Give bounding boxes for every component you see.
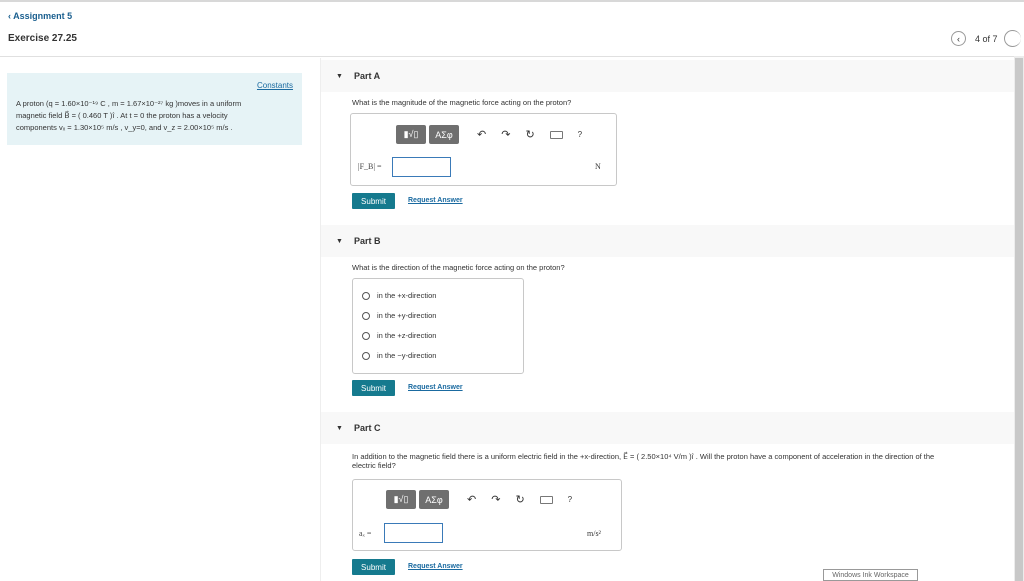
part-b-question: What is the direction of the magnetic fo… (352, 263, 565, 272)
part-c-question-line: electric field? (352, 461, 396, 470)
redo-icon[interactable]: ↷ (501, 128, 510, 141)
option-label: in the +y-direction (377, 311, 437, 320)
part-c-request-answer-link[interactable]: Request Answer (408, 563, 463, 570)
part-a-variable-label: |F_B| = (358, 162, 382, 171)
part-c-header-band (321, 412, 1014, 444)
part-a-answer-input[interactable] (392, 157, 451, 177)
help-icon[interactable]: ? (568, 495, 572, 504)
pager-text: 4 of 7 (975, 33, 998, 44)
help-icon[interactable]: ? (578, 130, 582, 139)
problem-statement: A proton (q = 1.60×10⁻¹⁹ C , m = 1.67×10… (16, 98, 286, 134)
option-plus-y[interactable]: in the +y-direction (362, 311, 436, 320)
back-label: Assignment 5 (13, 11, 73, 21)
windows-ink-workspace-button[interactable]: Windows Ink Workspace (823, 569, 918, 581)
greek-symbols-button[interactable]: ΑΣφ (429, 125, 459, 144)
radio-button[interactable] (362, 311, 370, 320)
constants-link[interactable]: Constants (257, 81, 293, 90)
part-b-toggle[interactable]: ▼ Part B (336, 236, 380, 246)
caret-down-icon: ▼ (336, 424, 343, 432)
option-plus-z[interactable]: in the +z-direction (362, 331, 436, 340)
templates-button[interactable]: ▮√▯ (386, 490, 416, 509)
part-c-question-line: In addition to the magnetic field there … (352, 452, 935, 461)
option-minus-y[interactable]: in the −y-direction (362, 351, 436, 360)
keyboard-icon[interactable] (539, 495, 553, 504)
redo-icon[interactable]: ↷ (491, 493, 500, 506)
part-a-submit-button[interactable]: Submit (352, 193, 395, 209)
undo-icon[interactable]: ↶ (477, 128, 486, 141)
part-b-header-band (321, 225, 1014, 257)
part-a-header-band (321, 60, 1014, 92)
reset-icon[interactable]: ↻ (525, 128, 534, 141)
previous-button[interactable]: ‹ (951, 31, 966, 46)
problem-line: A proton (q = 1.60×10⁻¹⁹ C , m = 1.67×10… (16, 99, 242, 108)
pager: ‹ 4 of 7 (951, 31, 998, 46)
option-label: in the +z-direction (377, 331, 437, 340)
page-title: Exercise 27.25 (8, 33, 77, 44)
part-a-unit: N (595, 162, 601, 171)
part-b-request-answer-link[interactable]: Request Answer (408, 384, 463, 391)
part-b-label: Part B (353, 236, 381, 246)
keyboard-icon[interactable] (549, 130, 563, 139)
part-a-label: Part A (353, 71, 381, 81)
column-divider (320, 58, 321, 581)
undo-icon[interactable]: ↶ (467, 493, 476, 506)
reset-icon[interactable]: ↻ (515, 493, 524, 506)
templates-button[interactable]: ▮√▯ (396, 125, 426, 144)
part-b-submit-button[interactable]: Submit (352, 380, 395, 396)
part-c-question: In addition to the magnetic field there … (352, 452, 1002, 470)
part-a-toggle[interactable]: ▼ Part A (336, 71, 380, 81)
radio-button[interactable] (362, 331, 370, 340)
scrollbar-thumb[interactable] (1015, 58, 1023, 581)
option-label: in the +x-direction (377, 291, 437, 300)
greek-symbols-button[interactable]: ΑΣφ (419, 490, 449, 509)
problem-panel: Constants A proton (q = 1.60×10⁻¹⁹ C , m… (7, 73, 302, 145)
back-to-assignment-link[interactable]: ‹ Assignment 5 (8, 11, 72, 21)
part-c-label: Part C (353, 423, 381, 433)
next-button[interactable] (1004, 30, 1021, 47)
part-c-answer-input[interactable] (384, 523, 443, 543)
caret-down-icon: ▼ (336, 237, 343, 245)
radio-button[interactable] (362, 291, 370, 300)
part-a-request-answer-link[interactable]: Request Answer (408, 197, 463, 204)
part-c-toggle[interactable]: ▼ Part C (336, 423, 380, 433)
part-c-unit: m/s² (587, 529, 601, 538)
part-c-variable-label: aₓ = (359, 529, 372, 538)
part-a-question: What is the magnitude of the magnetic fo… (352, 98, 572, 107)
problem-line: components vₓ = 1.30×10⁵ m/s , v_y=0, an… (16, 123, 233, 132)
radio-button[interactable] (362, 351, 370, 360)
caret-down-icon: ▼ (336, 72, 343, 80)
chevron-left-icon: ‹ (957, 33, 960, 44)
part-a-answer-box (350, 113, 617, 186)
part-c-submit-button[interactable]: Submit (352, 559, 395, 575)
top-border (0, 0, 1024, 2)
part-a-toolbar: ▮√▯ ΑΣφ ↶ ↷ ↻ ? (396, 125, 582, 144)
option-label: in the −y-direction (377, 351, 437, 360)
part-c-toolbar: ▮√▯ ΑΣφ ↶ ↷ ↻ ? (386, 490, 572, 509)
problem-line: magnetic field B⃗ = ( 0.460 T )î . At t … (16, 111, 228, 120)
header-divider (0, 56, 1024, 57)
option-plus-x[interactable]: in the +x-direction (362, 291, 436, 300)
